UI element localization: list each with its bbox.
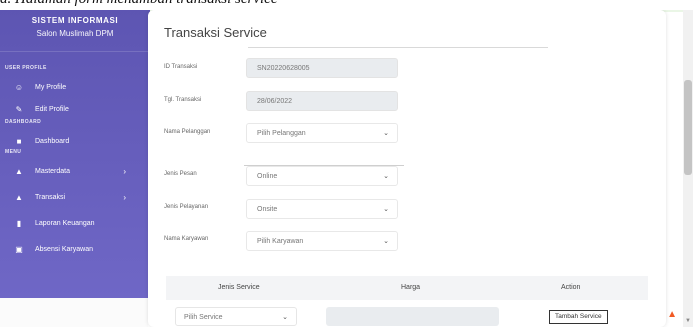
caption-text: a. Halaman form menambah transaksi servi… [0,0,277,8]
chevron-down-icon: ⌄ [383,130,389,137]
user-edit-icon: ✎ [15,104,23,114]
sidebar-brand: SISTEM INFORMASI Salon Muslimah DPM [0,8,150,52]
sidebar-item-transaksi[interactable]: ▲ Transaksi › [0,184,150,210]
sidebar-item-label: Transaksi [35,193,66,201]
dashboard-icon: ■ [16,136,22,146]
nama-karyawan-label: Nama Karyawan [164,236,209,242]
form-card: Transaksi Service ID Transaksi SN2022062… [148,10,666,327]
brand-title: SISTEM INFORMASI [31,16,119,25]
scroll-thumb[interactable] [684,80,692,175]
harga-field [326,307,499,326]
id-transaksi-field: SN20220628005 [246,58,398,78]
id-transaksi-value: SN20220628005 [257,65,310,72]
section-menu: MENU [5,149,22,155]
sidebar-item-laporan-keuangan[interactable]: ▮ Laporan Keuangan [0,210,150,236]
jenis-pesan-value: Online [257,173,278,180]
nama-karyawan-select[interactable]: Pilih Karyawan ⌄ [246,231,398,251]
nama-karyawan-value: Pilih Karyawan [257,238,304,245]
chevron-down-icon: ⌄ [383,206,389,213]
nama-pelanggan-select[interactable]: Pilih Pelanggan ⌄ [246,123,398,143]
divider [248,47,548,48]
nama-pelanggan-value: Pilih Pelanggan [257,130,306,137]
sidebar-item-label: Laporan Keuangan [35,219,95,227]
triangle-icon: ▲ [15,192,23,202]
sidebar-item-label: Dashboard [35,137,70,145]
tambah-service-button[interactable]: Tambah Service [549,310,608,324]
id-transaksi-label: ID Transaksi [164,64,198,70]
user-icon: ☺ [14,82,24,92]
jenis-service-value: Pilih Service [184,314,223,321]
sidebar: SISTEM INFORMASI Salon Muslimah DPM USER… [0,8,150,298]
section-user-profile: USER PROFILE [5,65,47,71]
sidebar-item-absensi-karyawan[interactable]: ▣ Absensi Karyawan [0,236,150,262]
column-header: Jenis Service [218,284,260,291]
tgl-transaksi-value: 28/06/2022 [257,98,293,105]
page-title: Transaksi Service [164,25,267,40]
calendar-icon: ▣ [15,244,23,254]
nama-pelanggan-label: Nama Pelanggan [164,129,211,135]
jenis-pelayanan-value: Onsite [257,206,278,213]
tgl-transaksi-field: 28/06/2022 [246,91,398,111]
jenis-service-select[interactable]: Pilih Service ⌄ [175,307,297,326]
jenis-pesan-select[interactable]: Online ⌄ [246,166,398,186]
vertical-scrollbar[interactable]: ▲ ▼ [683,0,693,327]
sidebar-item-label: My Profile [35,83,67,91]
scroll-down-icon[interactable]: ▼ [685,318,691,324]
document-icon: ▮ [16,218,22,228]
jenis-pelayanan-label: Jenis Pelayanan [164,204,209,210]
column-header: Action [561,284,581,291]
page-background [0,298,148,327]
jenis-pelayanan-select[interactable]: Onsite ⌄ [246,199,398,219]
chevron-right-icon: › [123,192,126,202]
tgl-transaksi-label: Tgl. Transaksi [164,97,202,103]
document-caption: a. Halaman form menambah transaksi servi… [0,0,693,10]
chevron-right-icon: › [123,166,126,176]
jenis-pesan-label: Jenis Pesan [164,171,197,177]
section-dashboard: DASHBOARD [5,119,42,125]
chevron-down-icon: ⌄ [383,173,389,180]
sidebar-item-label: Edit Profile [35,105,69,113]
sidebar-item-label: Masterdata [35,167,71,175]
sidebar-item-label: Absensi Karyawan [35,245,93,253]
service-table-header: Jenis Service Harga Action [166,276,648,300]
brand-subtitle: Salon Muslimah DPM [36,29,114,38]
chevron-down-icon: ⌄ [282,314,288,321]
chevron-down-icon: ⌄ [383,238,389,245]
fire-icon[interactable]: ▲ [667,309,677,320]
sidebar-item-masterdata[interactable]: ▲ Masterdata › [0,158,150,184]
triangle-icon: ▲ [15,166,23,176]
column-header: Harga [401,284,421,291]
